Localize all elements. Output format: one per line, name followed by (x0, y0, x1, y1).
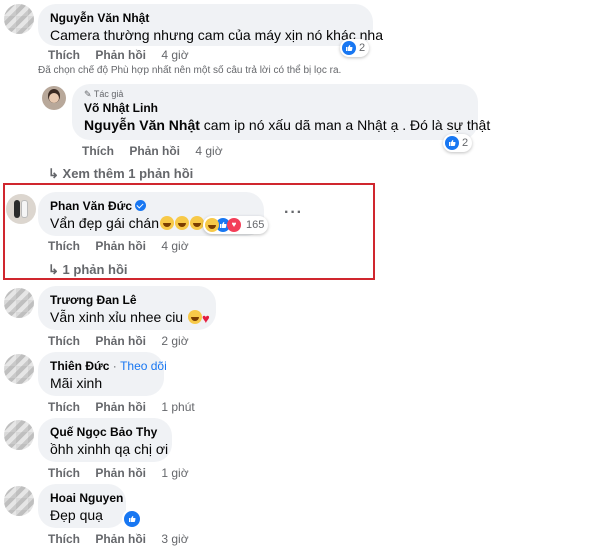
comment-author[interactable]: Phan Văn Đức (50, 198, 252, 214)
like-icon (445, 136, 459, 150)
like-button[interactable]: Thích (48, 239, 80, 253)
comment-text: Mãi xinh (50, 375, 103, 391)
laughing-emoji-icon (189, 216, 204, 230)
timestamp[interactable]: 2 giờ (161, 334, 188, 348)
like-button[interactable]: Thích (48, 334, 80, 348)
red-heart-icon: ♥ (201, 311, 210, 326)
comment-actions: Thích Phản hồi 1 giờ (48, 466, 189, 480)
timestamp[interactable]: 1 giờ (161, 466, 188, 480)
like-button[interactable]: Thích (48, 48, 80, 62)
avatar[interactable] (4, 354, 34, 384)
avatar[interactable] (4, 4, 34, 34)
comment-text: Đẹp quạ (50, 507, 103, 523)
timestamp[interactable]: 4 giờ (161, 239, 188, 253)
verified-badge-icon (135, 200, 147, 211)
comment-author[interactable]: Quế Ngọc Bảo Thy (50, 424, 160, 440)
like-button[interactable]: Thích (48, 466, 80, 480)
reply-button[interactable]: Phản hồi (95, 400, 146, 414)
reply-text: Nguyễn Văn Nhật cam ip nó xấu dã man a N… (84, 117, 491, 133)
avatar[interactable] (6, 194, 36, 224)
comment-text: ồhh xinhh qạ chị ơi (50, 441, 169, 457)
reply-actions: Thích Phản hồi 4 giờ (82, 144, 223, 158)
comment-bubble: Trương Đan Lê Vẫn xinh xỉu nhee ciu ♥ (38, 286, 216, 330)
reply-button[interactable]: Phản hồi (95, 239, 146, 253)
more-options-button[interactable]: ··· (284, 204, 303, 222)
laughing-emoji-icon (159, 216, 174, 230)
reply-arrow-icon: ↳ (48, 262, 59, 277)
love-reaction-icon: ♥ (227, 218, 241, 232)
avatar[interactable] (4, 288, 34, 318)
author-badge-icon: ✎ (84, 89, 92, 99)
view-replies[interactable]: ↳ 1 phản hồi (48, 262, 128, 278)
comment-bubble: Nguyễn Văn Nhật Camera thường nhưng cam … (38, 4, 383, 46)
like-reaction-icon[interactable] (122, 509, 142, 529)
comment-author[interactable]: Nguyễn Văn Nhật (50, 10, 361, 26)
reply-bubble: ✎ Tác giả Võ Nhật Linh Nguyễn Văn Nhật c… (72, 84, 491, 140)
comment-author[interactable]: Thiên Đức · Theo dõi (50, 358, 167, 374)
reaction-count[interactable]: 2 (340, 39, 370, 57)
like-button[interactable]: Thích (48, 400, 80, 414)
follow-link[interactable]: Theo dõi (120, 359, 167, 373)
comment-text: Vẫn xinh xỉu nhee ciu ♥ (50, 309, 210, 326)
like-button[interactable]: Thích (82, 144, 114, 158)
reply-button[interactable]: Phản hồi (95, 466, 146, 480)
comment-actions: Thích Phản hồi 4 giờ (48, 239, 189, 253)
reply-button[interactable]: Phản hồi (95, 532, 146, 546)
timestamp[interactable]: 4 giờ (161, 48, 188, 62)
comment-author[interactable]: Hoai Nguyen (50, 490, 123, 506)
view-more-replies[interactable]: ↳ Xem thêm 1 phản hồi (48, 166, 193, 182)
avatar[interactable] (4, 420, 34, 450)
filter-notice: Đã chọn chế độ Phù hợp nhất nên một số c… (38, 65, 342, 76)
reply-button[interactable]: Phản hồi (95, 334, 146, 348)
reaction-count[interactable]: 2 (443, 134, 473, 152)
like-icon (342, 41, 356, 55)
author-badge: Tác giả (93, 89, 124, 99)
avatar[interactable] (42, 86, 66, 110)
comment-text: Camera thường nhưng cam của máy xịn nó k… (50, 27, 383, 43)
reply-arrow-icon: ↳ (48, 166, 59, 181)
reaction-count[interactable]: ♥ 165 (203, 216, 269, 234)
mention-link[interactable]: Nguyễn Văn Nhật (84, 117, 200, 133)
comment-actions: Thích Phản hồi 4 giờ (48, 48, 189, 62)
haha-reaction-icon (205, 218, 219, 232)
comment-actions: Thích Phản hồi 3 giờ (48, 532, 189, 546)
like-button[interactable]: Thích (48, 532, 80, 546)
timestamp[interactable]: 1 phút (161, 400, 194, 414)
smiling-hearts-emoji-icon (187, 310, 202, 324)
comment-author[interactable]: Trương Đan Lê (50, 292, 204, 308)
comment-actions: Thích Phản hồi 2 giờ (48, 334, 189, 348)
reply-button[interactable]: Phản hồi (129, 144, 180, 158)
reply-button[interactable]: Phản hồi (95, 48, 146, 62)
laughing-emoji-icon (174, 216, 189, 230)
reply-author[interactable]: Võ Nhật Linh (84, 100, 466, 116)
comment-actions: Thích Phản hồi 1 phút (48, 400, 195, 414)
comment-bubble: Quế Ngọc Bảo Thy ồhh xinhh qạ chị ơi (38, 418, 172, 462)
timestamp[interactable]: 4 giờ (195, 144, 222, 158)
avatar[interactable] (4, 486, 34, 516)
comment-bubble: Thiên Đức · Theo dõi Mãi xinh (38, 352, 167, 396)
timestamp[interactable]: 3 giờ (161, 532, 188, 546)
comment-bubble: Hoai Nguyen Đẹp quạ (38, 484, 126, 528)
